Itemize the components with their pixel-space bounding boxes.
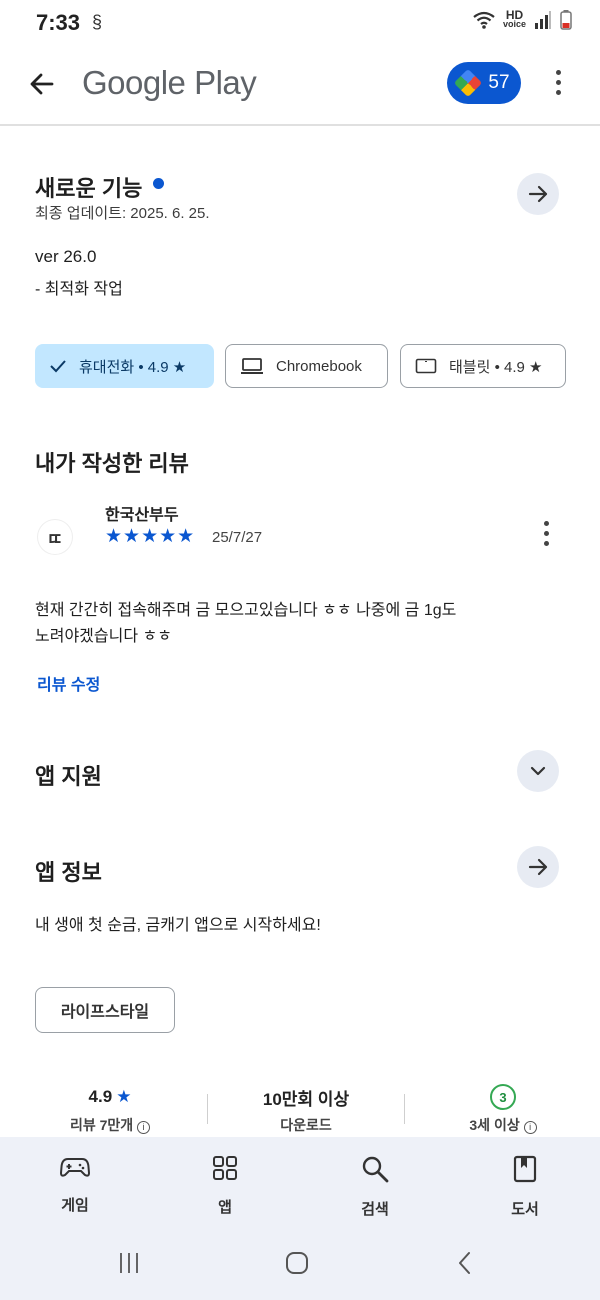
downloads-value: 10만회 이상	[262, 1089, 350, 1109]
app-description: 내 생애 첫 순금, 금캐기 앱으로 시작하세요!	[35, 917, 321, 934]
hd-voice-icon: HD voice	[502, 8, 526, 29]
battery-icon	[560, 10, 572, 30]
category-chip[interactable]: 라이프스타일	[35, 987, 175, 1033]
info-icon: i	[523, 1121, 537, 1134]
play-points-button[interactable]: 57	[447, 62, 521, 104]
search-icon	[362, 1156, 389, 1183]
stat-divider	[404, 1094, 405, 1124]
whats-new-arrow-button[interactable]	[517, 173, 559, 215]
status-extra-icon: §	[92, 12, 103, 32]
play-points-icon	[454, 68, 483, 98]
status-time: 7:33	[36, 10, 81, 35]
review-author: 한국산부두	[105, 507, 179, 524]
app-info-title[interactable]: 앱 정보	[35, 855, 102, 887]
review-text-line2: 노려야겠습니다 ㅎㅎ	[35, 628, 172, 645]
release-notes: - 최적화 작업	[35, 281, 123, 298]
nav-apps-label: 앱	[218, 1199, 232, 1216]
apps-grid-icon	[213, 1156, 237, 1180]
age-rating-label: 3세 이상	[469, 1117, 520, 1133]
review-more-icon[interactable]	[544, 521, 550, 546]
nav-apps[interactable]: 앱	[175, 1155, 275, 1217]
nav-games[interactable]: 게임	[25, 1155, 125, 1215]
rating-value: 4.9	[88, 1087, 113, 1106]
nav-search-label: 검색	[361, 1201, 389, 1218]
info-icon: i	[137, 1121, 151, 1134]
last-updated: 최종 업데이트: 2025. 6. 25.	[35, 205, 210, 222]
system-back-icon[interactable]	[455, 1251, 475, 1275]
page-title: Google Play	[82, 64, 257, 101]
review-stars: ★★★★★	[105, 526, 196, 547]
chevron-down-icon	[530, 766, 546, 776]
my-review-title: 내가 작성한 리뷰	[35, 451, 189, 476]
recent-apps-icon[interactable]	[117, 1251, 141, 1275]
stat-rating[interactable]: 4.9 ★ 리뷰 7만개 i	[35, 1085, 185, 1135]
app-bar: Google Play 57	[0, 44, 600, 126]
status-icons: HD voice	[473, 8, 572, 30]
nav-games-label: 게임	[61, 1197, 89, 1214]
app-info-arrow-button[interactable]	[517, 846, 559, 888]
signal-icon	[535, 11, 551, 29]
chip-tablet-label: 태블릿 • 4.9 ★	[449, 358, 543, 376]
back-arrow-icon[interactable]	[26, 68, 58, 100]
chip-tablet[interactable]: 태블릿 • 4.9 ★	[400, 344, 566, 388]
version-text: ver 26.0	[35, 247, 97, 266]
wifi-icon	[473, 11, 495, 29]
chip-chromebook-label: Chromebook	[276, 357, 362, 375]
star-icon: ★	[116, 1087, 132, 1106]
rating-count: 리뷰 7만개	[69, 1117, 134, 1133]
stat-divider	[207, 1094, 208, 1124]
arrow-right-icon	[528, 185, 548, 203]
app-support-title[interactable]: 앱 지원	[35, 759, 102, 791]
gamepad-icon	[59, 1158, 91, 1177]
check-icon	[50, 360, 66, 373]
review-date: 25/7/27	[212, 529, 263, 546]
chip-phone-label: 휴대전화 • 4.9 ★	[79, 358, 187, 376]
whats-new-title: 새로운 기능	[35, 176, 143, 201]
stat-age-rating[interactable]: 3 3세 이상 i	[428, 1084, 578, 1135]
stat-downloads: 10만회 이상 다운로드	[231, 1085, 381, 1135]
more-options-icon[interactable]	[556, 70, 562, 95]
nav-books[interactable]: 도서	[475, 1155, 575, 1219]
laptop-icon	[241, 358, 263, 374]
nav-books-label: 도서	[511, 1201, 539, 1218]
chip-phone[interactable]: 휴대전화 • 4.9 ★	[35, 344, 214, 388]
home-icon[interactable]	[285, 1251, 309, 1275]
play-points-count: 57	[488, 72, 510, 93]
tablet-icon	[415, 358, 437, 374]
chip-chromebook[interactable]: Chromebook	[225, 344, 388, 388]
age-rating-badge: 3	[490, 1084, 516, 1110]
bottom-navigation: 게임 앱 검색 도서	[0, 1137, 600, 1300]
nav-search[interactable]: 검색	[325, 1155, 425, 1219]
new-dot-indicator	[153, 178, 164, 189]
app-support-expand-button[interactable]	[517, 750, 559, 792]
edit-review-link[interactable]: 리뷰 수정	[37, 671, 100, 695]
avatar: ㄸ	[38, 520, 72, 554]
book-icon	[513, 1155, 537, 1183]
downloads-label: 다운로드	[280, 1117, 332, 1133]
arrow-right-icon	[528, 858, 548, 876]
review-text-line1: 현재 간간히 접속해주며 금 모으고있습니다 ㅎㅎ 나중에 금 1g도	[35, 602, 457, 619]
